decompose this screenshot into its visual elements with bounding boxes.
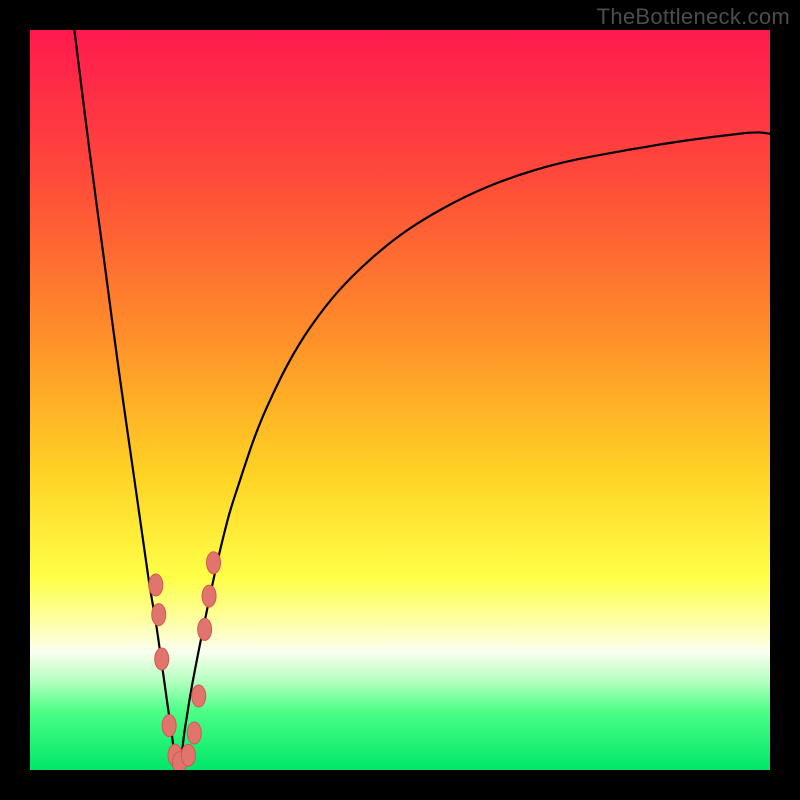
data-point: [162, 715, 176, 737]
gradient-background: [30, 30, 770, 770]
data-point: [155, 648, 169, 670]
data-point: [187, 722, 201, 744]
data-point: [181, 744, 195, 766]
chart-stage: TheBottleneck.com: [0, 0, 800, 800]
watermark-text: TheBottleneck.com: [597, 4, 790, 30]
data-point: [207, 552, 221, 574]
data-point: [202, 585, 216, 607]
data-point: [198, 618, 212, 640]
data-point: [192, 685, 206, 707]
data-point: [149, 574, 163, 596]
data-point: [152, 604, 166, 626]
bottleneck-chart: [0, 0, 800, 800]
